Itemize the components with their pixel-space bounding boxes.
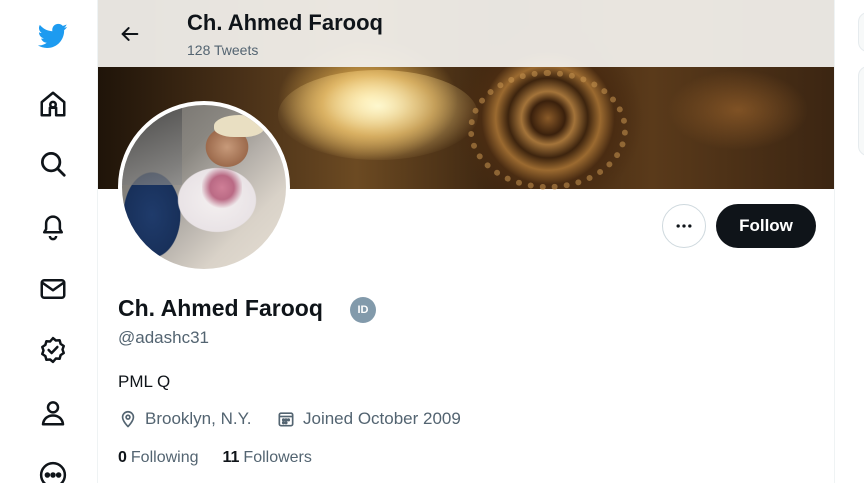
messages-envelope-icon[interactable] <box>36 272 70 306</box>
banner-lamp-glow <box>278 70 478 160</box>
calendar-icon <box>278 412 294 427</box>
following-count: 0 <box>118 449 127 466</box>
profile-bio: PML Q <box>118 372 171 391</box>
avatar-shirt-print <box>202 165 242 210</box>
following-link[interactable]: 0 Following <box>118 449 199 467</box>
following-label: Following <box>130 449 199 466</box>
search-icon[interactable] <box>36 147 70 181</box>
profile-handle: @adashc31 <box>118 328 209 347</box>
notifications-bell-icon[interactable] <box>36 209 70 243</box>
verified-badge-icon[interactable] <box>36 333 70 367</box>
location-pin-icon <box>121 410 135 428</box>
profile-person-icon[interactable] <box>36 396 70 430</box>
more-options-button[interactable] <box>662 204 706 248</box>
header-tweet-count: 128 Tweets <box>187 42 259 58</box>
location-text: Brooklyn, N.Y. <box>145 409 252 428</box>
profile-header-bar: Ch. Ahmed Farooq 128 Tweets <box>98 0 834 67</box>
id-verification-badge-icon[interactable]: ID <box>350 297 376 323</box>
profile-column: Ch. Ahmed Farooq 128 Tweets Follow Ch. A… <box>97 0 835 483</box>
profile-display-name: Ch. Ahmed Farooq <box>118 295 323 321</box>
home-icon[interactable] <box>36 87 70 121</box>
profile-joined-date: Joined October 2009 <box>276 409 461 429</box>
more-circle-icon[interactable] <box>36 458 70 483</box>
followers-link[interactable]: 11 Followers <box>223 449 312 467</box>
left-navigation <box>0 0 97 483</box>
header-display-name: Ch. Ahmed Farooq <box>187 10 383 35</box>
sidebar-panel-edge <box>858 66 864 156</box>
joined-text: Joined October 2009 <box>303 409 461 428</box>
twitter-logo-icon[interactable] <box>36 19 70 53</box>
profile-location: Brooklyn, N.Y. <box>118 409 251 429</box>
right-sidebar-edge <box>836 0 864 483</box>
follow-stats: 0 Following 11 Followers <box>118 449 336 467</box>
profile-avatar[interactable] <box>118 101 290 273</box>
followers-count: 11 <box>222 449 240 466</box>
back-arrow-icon[interactable] <box>116 20 144 48</box>
more-ellipsis-icon <box>676 224 692 228</box>
avatar-car-window <box>122 105 182 185</box>
banner-ceiling-ornament <box>468 70 628 190</box>
follow-button[interactable]: Follow <box>716 204 816 248</box>
search-box-edge[interactable] <box>858 12 864 52</box>
followers-label: Followers <box>243 449 312 466</box>
avatar-hat <box>214 115 264 137</box>
